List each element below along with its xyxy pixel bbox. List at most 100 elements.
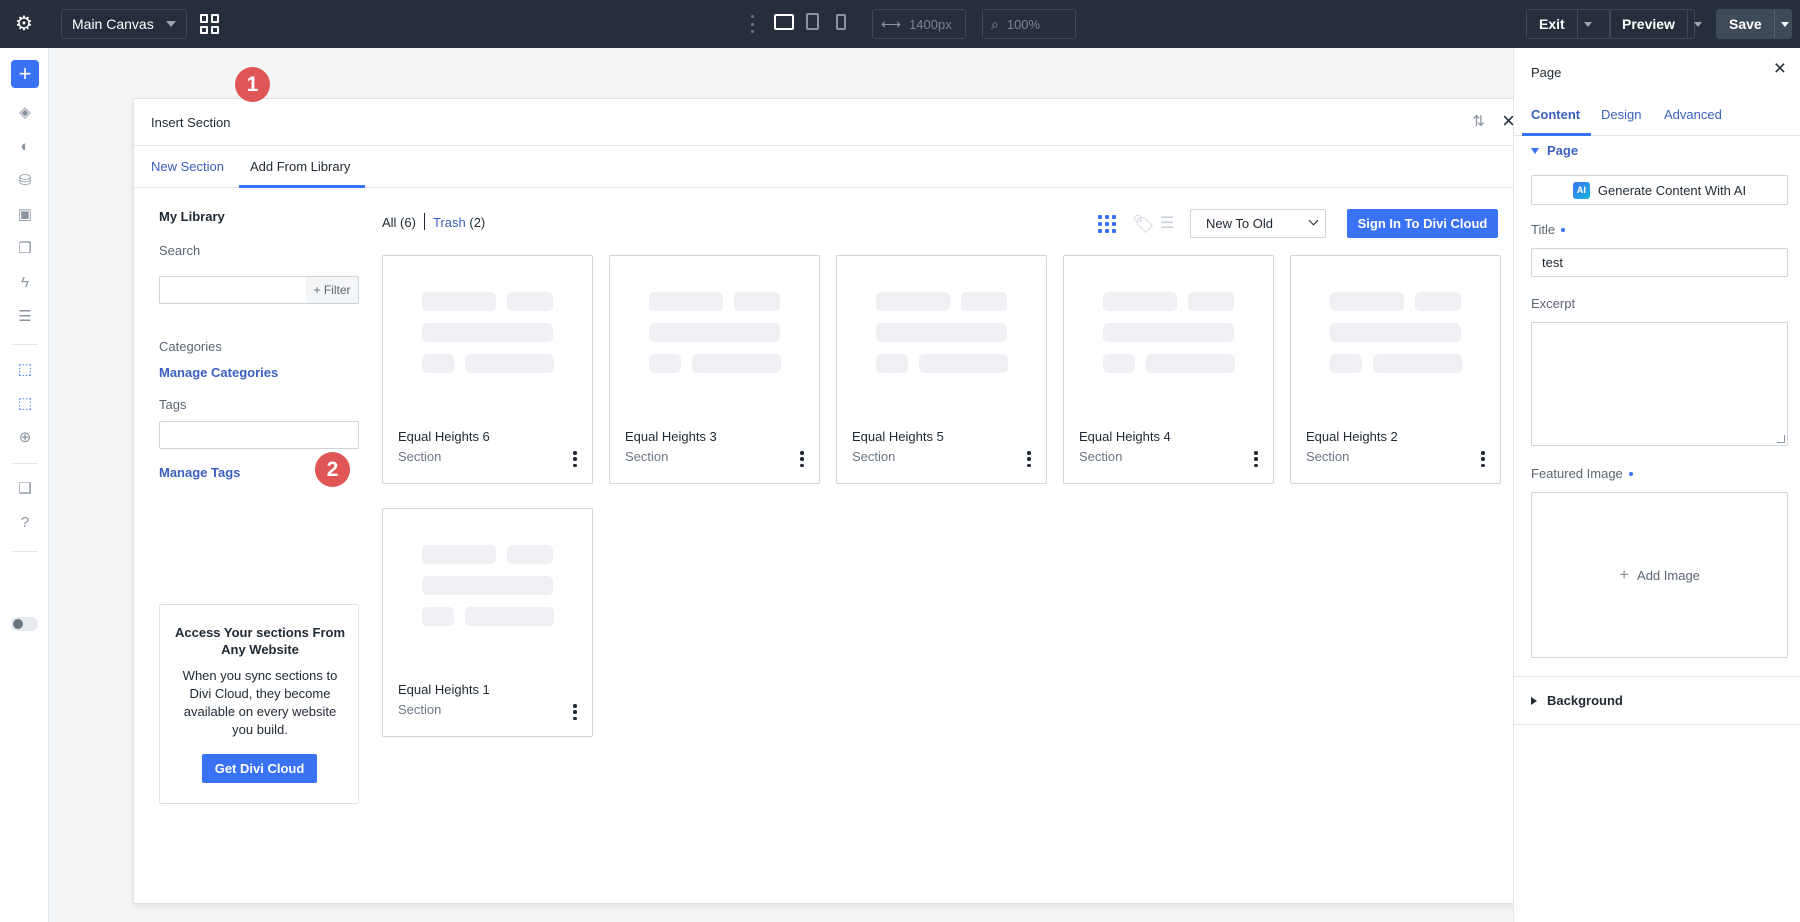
insert-section-icon[interactable]: ⬚ (15, 360, 35, 380)
sort-order-select[interactable]: New To Old (1190, 209, 1326, 238)
more-icon[interactable] (751, 15, 755, 33)
canvas-select-label: Main Canvas (72, 16, 154, 32)
preview-button[interactable]: Preview (1609, 9, 1703, 39)
library-item-card[interactable]: Equal Heights 6 Section (382, 255, 593, 484)
tab-design[interactable]: Design (1601, 107, 1641, 122)
theme-icon[interactable]: ◐ (15, 137, 35, 157)
manage-categories-link[interactable]: Manage Categories (159, 365, 278, 380)
modal-header: Insert Section ⇅ × (134, 99, 1527, 146)
excerpt-textarea[interactable] (1531, 322, 1788, 446)
toggle-icon[interactable] (11, 617, 38, 631)
section-divider (1514, 676, 1800, 677)
help-icon[interactable]: ? (15, 513, 35, 533)
settings-panel: Page × Content Design Advanced Page AI G… (1513, 48, 1800, 922)
filter-button[interactable]: + Filter (306, 276, 359, 304)
close-icon[interactable]: × (1774, 57, 1786, 81)
generate-ai-button[interactable]: AI Generate Content With AI (1531, 175, 1788, 205)
tags-input[interactable] (159, 421, 359, 449)
thumbnail-placeholder (1103, 354, 1135, 373)
background-section-label: Background (1547, 693, 1623, 708)
tab-add-from-library[interactable]: Add From Library (250, 159, 350, 174)
phone-icon[interactable] (836, 14, 846, 30)
add-image-dropzone[interactable]: + Add Image (1531, 492, 1788, 658)
tab-new-section[interactable]: New Section (151, 159, 224, 174)
exit-label: Exit (1539, 16, 1565, 32)
library-item-card[interactable]: Equal Heights 4 Section (1063, 255, 1274, 484)
preview-label: Preview (1622, 16, 1675, 32)
featured-image-label-text: Featured Image (1531, 466, 1623, 481)
preview-dropdown-icon[interactable] (1686, 10, 1703, 38)
thumbnail-placeholder (1330, 323, 1461, 342)
tag-view-icon[interactable]: 🏷 (1132, 215, 1155, 233)
tablet-icon[interactable] (806, 13, 819, 30)
sort-icon[interactable]: ⇅ (1472, 112, 1485, 130)
exit-dropdown-icon[interactable] (1576, 10, 1597, 38)
library-section-icon[interactable]: ⬚ (15, 394, 35, 414)
library-item-type: Section (1306, 449, 1350, 464)
resize-handle-icon[interactable] (1777, 435, 1785, 443)
filter-all-link[interactable]: All (6) (382, 215, 416, 230)
canvas-select[interactable]: Main Canvas (61, 9, 187, 39)
sign-in-divi-cloud-button[interactable]: Sign In To Divi Cloud (1347, 209, 1498, 238)
width-value: 1400px (909, 16, 952, 32)
thumbnail-placeholder (465, 607, 554, 626)
more-options-icon[interactable] (573, 704, 577, 720)
thumbnail-placeholder (507, 292, 553, 311)
thumbnail-placeholder (465, 354, 554, 373)
tags-label: Tags (159, 397, 187, 412)
thumbnail-placeholder (422, 323, 553, 342)
exit-button[interactable]: Exit (1526, 9, 1611, 39)
history-icon[interactable]: ☰ (15, 307, 35, 327)
insert-section-modal: Insert Section ⇅ × New Section Add From … (133, 98, 1528, 904)
manage-tags-link[interactable]: Manage Tags (159, 465, 240, 480)
title-input[interactable] (1531, 248, 1788, 277)
trash-label: Trash (433, 215, 466, 230)
promo-heading: Access Your sections From Any Website (174, 625, 346, 657)
tab-advanced[interactable]: Advanced (1664, 107, 1722, 122)
chevron-down-icon (1308, 215, 1319, 226)
more-options-icon[interactable] (573, 451, 577, 467)
save-dropdown-icon[interactable] (1773, 10, 1791, 38)
grid-icon[interactable] (200, 14, 220, 34)
thumbnail-placeholder (649, 292, 723, 311)
library-item-card[interactable]: Equal Heights 2 Section (1290, 255, 1501, 484)
lightning-icon[interactable]: ϟ (15, 273, 35, 293)
modal-tabs: New Section Add From Library (134, 146, 1527, 188)
thumbnail-placeholder (422, 607, 454, 626)
desktop-icon[interactable] (774, 14, 794, 30)
more-options-icon[interactable] (800, 451, 804, 467)
library-item-card[interactable]: Equal Heights 3 Section (609, 255, 820, 484)
sidebar-divider (12, 551, 38, 552)
zoom-icon: ⌕ (991, 15, 999, 32)
list-view-icon[interactable]: ☰ (1160, 215, 1180, 233)
filter-trash-link[interactable]: Trash (2) (433, 215, 485, 230)
more-options-icon[interactable] (1254, 451, 1258, 467)
panel-tabs: Content Design Advanced (1514, 96, 1800, 136)
save-button[interactable]: Save (1716, 9, 1792, 39)
grid-view-icon[interactable] (1098, 215, 1118, 233)
global-icon[interactable]: ⊕ (15, 428, 35, 448)
zoom-field[interactable]: ⌕ 100% (982, 9, 1076, 39)
pages-icon[interactable]: ❐ (15, 239, 35, 259)
library-item-card[interactable]: Equal Heights 1 Section (382, 508, 593, 737)
layers-icon[interactable]: ◈ (15, 103, 35, 123)
filter-divider (424, 213, 425, 230)
gear-icon[interactable]: ⚙ (12, 12, 36, 36)
get-divi-cloud-button[interactable]: Get Divi Cloud (202, 754, 317, 783)
thumbnail-placeholder (649, 323, 780, 342)
thumbnail-placeholder (1103, 323, 1234, 342)
chevron-down-icon (166, 21, 176, 27)
portability-icon[interactable]: ▣ (15, 205, 35, 225)
library-item-card[interactable]: Equal Heights 5 Section (836, 255, 1047, 484)
more-options-icon[interactable] (1481, 451, 1485, 467)
canvases-icon[interactable]: ❏ (15, 479, 35, 499)
search-input[interactable] (159, 276, 307, 304)
thumbnail-placeholder (1103, 292, 1177, 311)
background-section-toggle[interactable]: Background (1531, 693, 1623, 708)
page-section-toggle[interactable]: Page (1531, 143, 1578, 158)
add-icon[interactable]: + (11, 60, 39, 88)
database-icon[interactable]: ⛁ (15, 171, 35, 191)
tab-content[interactable]: Content (1531, 107, 1580, 122)
width-field[interactable]: ⟷ 1400px (872, 9, 966, 39)
more-options-icon[interactable] (1027, 451, 1031, 467)
